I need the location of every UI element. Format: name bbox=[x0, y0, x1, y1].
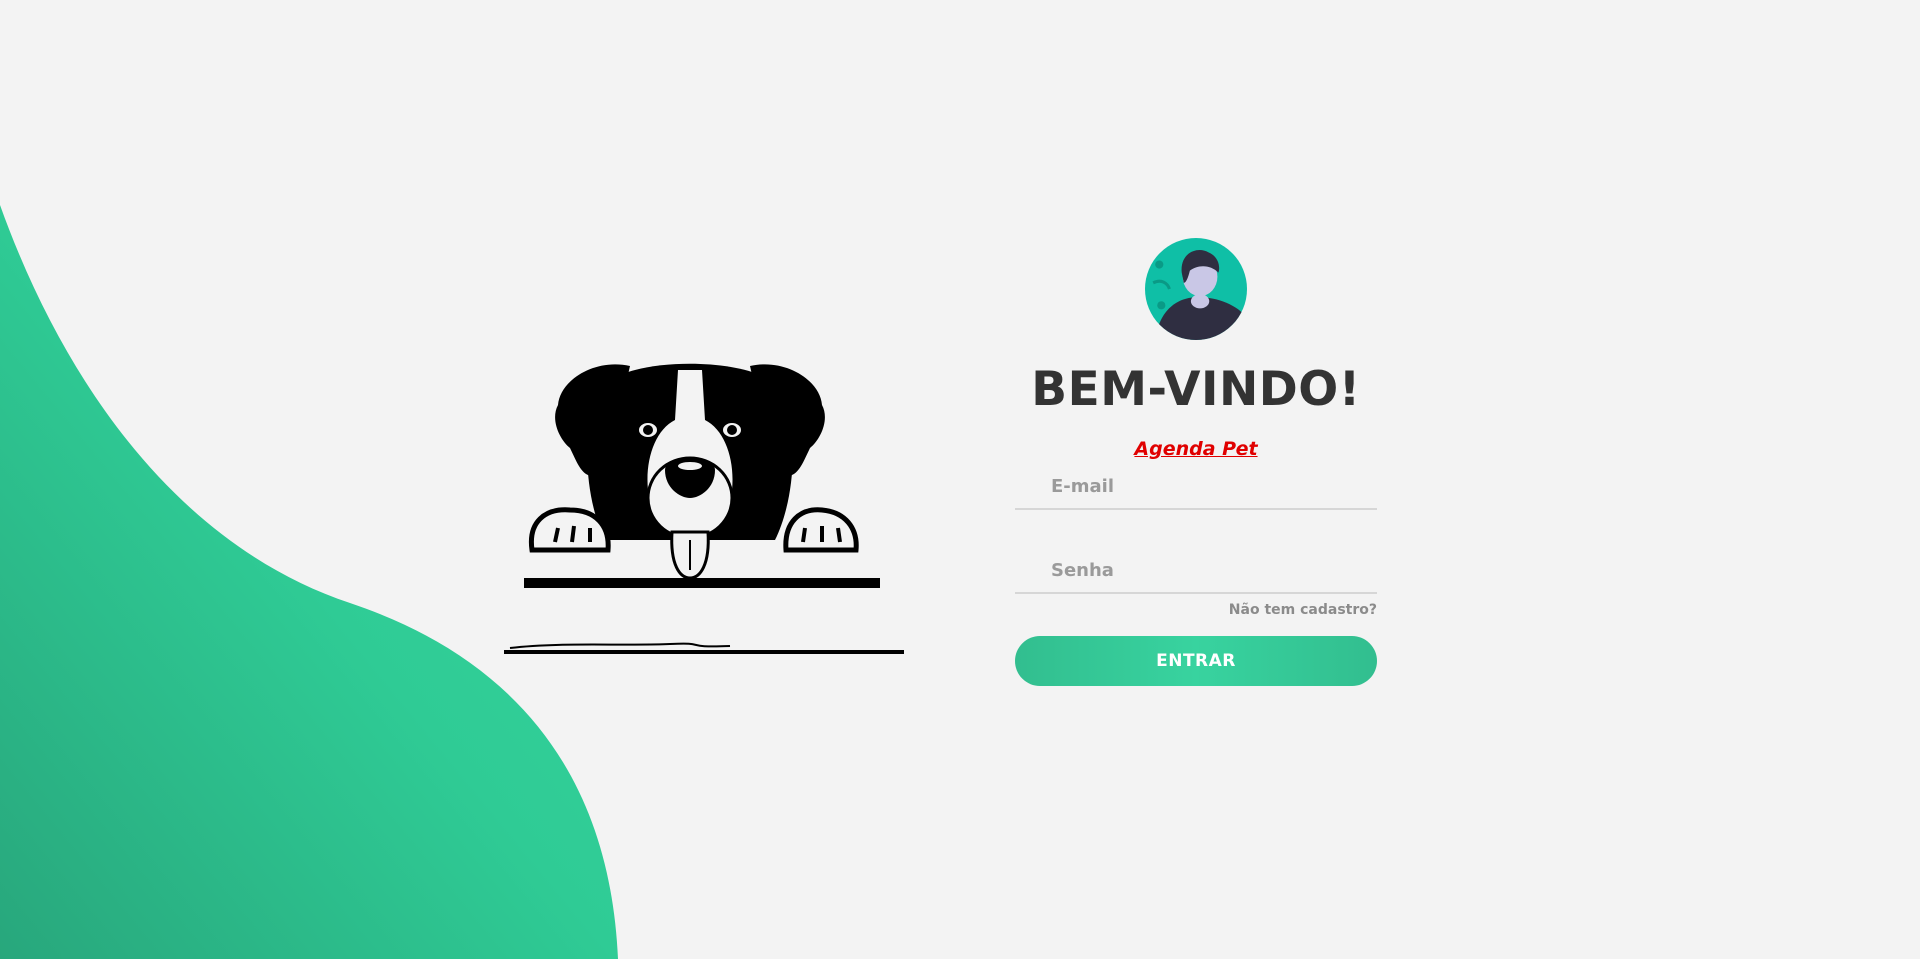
login-form: BEM-VINDO! Agenda Pet Não tem cadastro? … bbox=[1015, 238, 1377, 686]
signup-link[interactable]: Não tem cadastro? bbox=[1015, 602, 1377, 618]
email-field bbox=[1015, 464, 1377, 510]
login-button[interactable]: ENTRAR bbox=[1015, 636, 1377, 686]
user-avatar-icon bbox=[1145, 238, 1247, 340]
email-input[interactable] bbox=[1049, 470, 1377, 502]
peeking-dog-illustration bbox=[504, 363, 904, 654]
password-input[interactable] bbox=[1049, 554, 1377, 586]
login-page: BEM-VINDO! Agenda Pet Não tem cadastro? … bbox=[0, 0, 1920, 959]
password-field bbox=[1015, 548, 1377, 594]
agenda-pet-link[interactable]: Agenda Pet bbox=[1134, 438, 1257, 460]
green-wave-background bbox=[0, 205, 618, 959]
welcome-title: BEM-VINDO! bbox=[1031, 362, 1361, 417]
